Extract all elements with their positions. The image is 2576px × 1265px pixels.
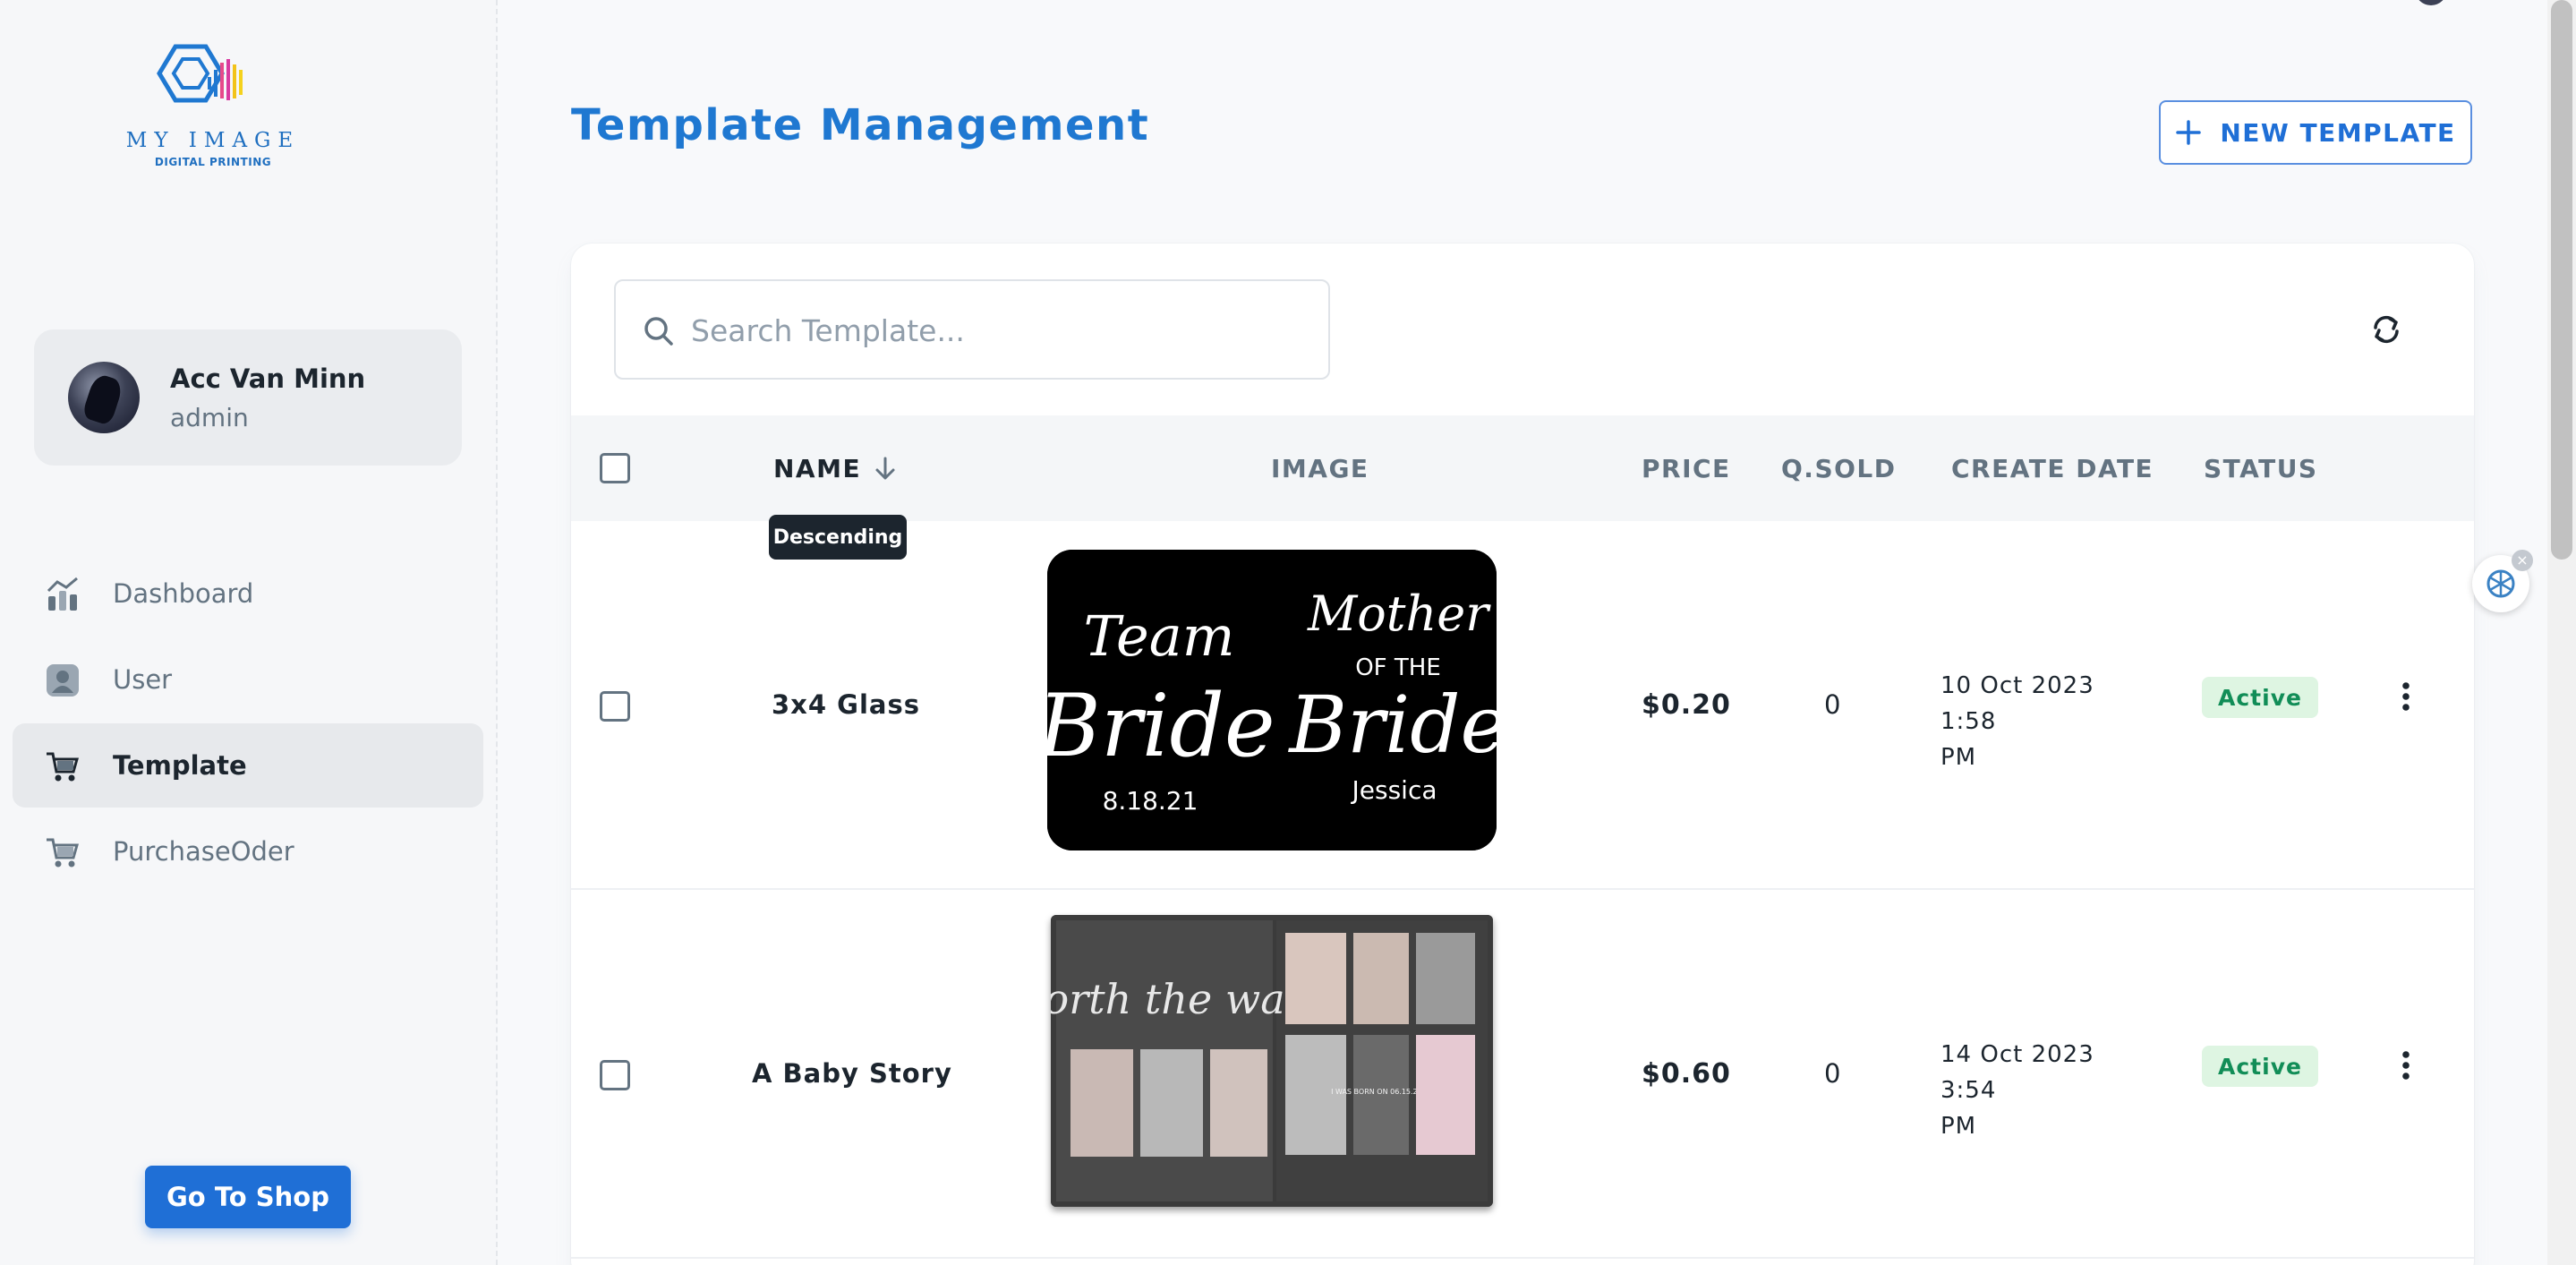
image-text-of-the: OF THE	[1355, 654, 1441, 681]
template-qsold: 0	[1824, 689, 1841, 720]
brand-logo[interactable]: MY IMAGE DIGITAL PRINTING	[124, 39, 303, 174]
template-image-baby-story: worth the wait I WAS BORN ON 06.15.2020	[1051, 915, 1493, 1207]
header-avatar[interactable]	[2415, 0, 2447, 5]
template-name: A Baby Story	[752, 1058, 952, 1089]
search-input[interactable]	[691, 299, 1309, 362]
dashboard-chart-icon	[47, 577, 78, 611]
column-header-image: IMAGE	[1271, 453, 1369, 483]
image-text-worth-the-wait: worth the wait	[1051, 975, 1315, 1023]
column-header-name-label: NAME	[773, 453, 862, 483]
row-checkbox[interactable]	[600, 691, 630, 722]
create-date-line: PM	[1941, 744, 1977, 771]
sidebar-item-template[interactable]: Template	[13, 723, 483, 808]
template-qsold: 0	[1824, 1058, 1841, 1089]
column-header-status[interactable]: STATUS	[2204, 415, 2318, 521]
user-card: Acc Van Minn admin	[34, 329, 462, 466]
sidebar-nav: Dashboard User Template PurchaseOder	[13, 551, 483, 895]
template-thumbnail: Team Bride 8.18.21 Mother OF THE Bride J…	[1047, 550, 1497, 850]
column-header-create-date[interactable]: CREATE DATE	[1951, 415, 2154, 521]
sort-tooltip: Descending	[769, 515, 907, 560]
sidebar-item-dashboard[interactable]: Dashboard	[13, 551, 483, 636]
image-text-date: 8.18.21	[1103, 786, 1198, 816]
template-table-card: NAME IMAGE PRICE Q.SOLD CREATE DATE STAT…	[571, 244, 2474, 1265]
more-vertical-icon[interactable]	[2388, 1047, 2424, 1083]
template-thumbnail: worth the wait I WAS BORN ON 06.15.2020	[1051, 915, 1493, 1207]
create-date-line: 14 Oct 2023 3:54	[1941, 1041, 2094, 1104]
create-date-line: PM	[1941, 1113, 1977, 1140]
image-text-bride: Bride	[1047, 676, 1275, 776]
image-text-team: Team	[1084, 603, 1235, 669]
image-text-mother: Mother	[1307, 585, 1491, 642]
sidebar-item-user[interactable]: User	[13, 637, 483, 722]
page-title: Template Management	[571, 100, 1150, 150]
sidebar-item-label: PurchaseOder	[113, 836, 294, 867]
close-icon[interactable]: ×	[2512, 550, 2533, 571]
image-text-bride-2: Bride	[1287, 679, 1497, 771]
create-date-line: 10 Oct 2023 1:58	[1941, 672, 2094, 735]
new-template-label: NEW TEMPLATE	[2220, 117, 2456, 148]
sidebar-item-label: Dashboard	[113, 578, 254, 609]
column-header-price[interactable]: PRICE	[1642, 415, 1731, 521]
template-name: 3x4 Glass	[772, 689, 920, 720]
template-price: $0.20	[1642, 689, 1731, 721]
brand-name: MY IMAGE	[125, 129, 301, 152]
select-all-checkbox[interactable]	[600, 453, 630, 483]
row-checkbox[interactable]	[600, 1060, 630, 1090]
table-row[interactable]: 3x4 Glass Team Bride 8.18.21 Mother OF T…	[571, 521, 2474, 890]
arrow-down-icon	[875, 457, 895, 480]
user-icon	[47, 664, 79, 697]
user-role: admin	[170, 403, 249, 432]
cart-icon	[47, 838, 79, 868]
go-to-shop-button[interactable]: Go To Shop	[145, 1166, 351, 1228]
template-price: $0.60	[1642, 1058, 1731, 1090]
search-icon	[644, 317, 673, 346]
logo-mark-icon	[157, 44, 243, 103]
plus-icon	[2176, 120, 2202, 145]
sidebar-item-label: User	[113, 664, 173, 695]
template-create-date: 14 Oct 2023 3:54 PM	[1941, 1037, 2155, 1144]
sidebar-item-label: Template	[113, 750, 247, 781]
template-image-glass: Team Bride 8.18.21 Mother OF THE Bride J…	[1047, 550, 1497, 850]
cart-icon	[47, 752, 79, 782]
search-box	[614, 279, 1330, 380]
sidebar-item-purchaseoder[interactable]: PurchaseOder	[13, 809, 483, 893]
table-header: NAME IMAGE PRICE Q.SOLD CREATE DATE STAT…	[571, 415, 2474, 521]
column-header-name[interactable]: NAME	[773, 415, 899, 521]
refresh-icon[interactable]	[2368, 312, 2404, 347]
table-row[interactable]: A Baby Story worth the wait I WAS BORN O…	[571, 890, 2474, 1259]
status-badge: Active	[2202, 1046, 2318, 1087]
avatar	[68, 362, 140, 433]
scrollbar-thumb[interactable]	[2551, 0, 2572, 560]
image-text-jessica: Jessica	[1351, 775, 1437, 805]
sidebar: MY IMAGE DIGITAL PRINTING Acc Van Minn a…	[0, 0, 498, 1265]
template-create-date: 10 Oct 2023 1:58 PM	[1941, 668, 2155, 775]
brand-tagline: DIGITAL PRINTING	[154, 156, 272, 168]
more-vertical-icon[interactable]	[2388, 679, 2424, 714]
status-badge: Active	[2202, 677, 2318, 718]
new-template-button[interactable]: NEW TEMPLATE	[2159, 100, 2472, 165]
column-header-qsold[interactable]: Q.SOLD	[1781, 415, 1897, 521]
user-name: Acc Van Minn	[170, 363, 366, 394]
